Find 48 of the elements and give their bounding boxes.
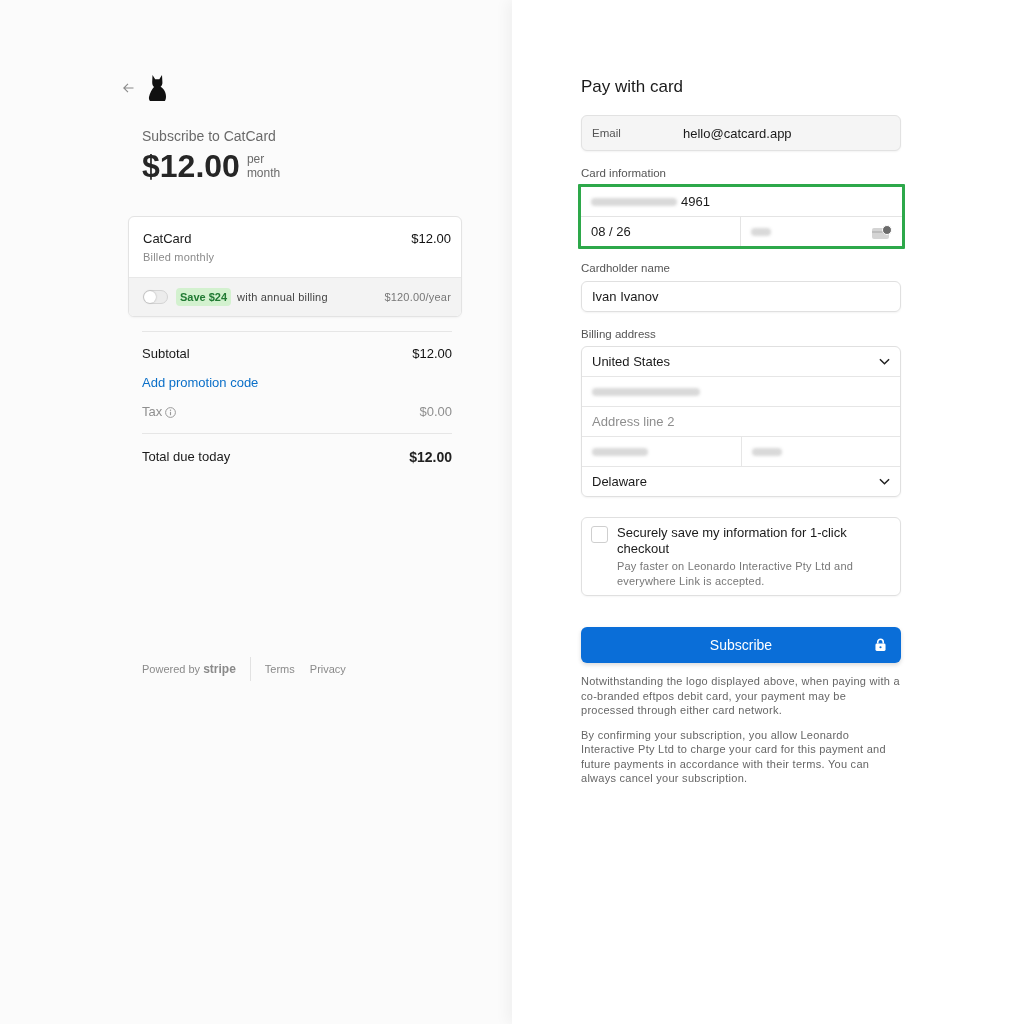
plan-price: $12.00 bbox=[411, 231, 451, 247]
back-arrow-icon[interactable] bbox=[123, 83, 134, 93]
expiry-field[interactable]: 08 / 26 bbox=[581, 217, 740, 246]
dropdown-select[interactable]: United States bbox=[582, 347, 900, 376]
billing-period: per month bbox=[246, 152, 281, 180]
save-info-title: Securely save my information for 1-click checkout bbox=[617, 525, 848, 557]
promotion-code-link[interactable]: Add promotion code bbox=[142, 375, 259, 390]
field-label: Card information bbox=[581, 166, 667, 180]
powered-by-text: Powered by stripe bbox=[142, 662, 236, 676]
form-title: Pay with card bbox=[581, 76, 685, 98]
blurred-text bbox=[751, 227, 771, 236]
card-number-text: 4961 bbox=[681, 194, 710, 209]
savings-badge: Save $24 bbox=[176, 288, 232, 306]
email-label: Email bbox=[592, 127, 622, 139]
total-label: Total due today bbox=[142, 449, 231, 465]
save-info-description: Pay faster on Leonardo Interactive Pty Ltd and everywhere Link is accepted. bbox=[617, 559, 855, 588]
price: $12.00 bbox=[142, 148, 240, 184]
plan-name: CatCard bbox=[143, 231, 193, 247]
subscribe-button[interactable]: Subscribe bbox=[581, 627, 901, 663]
cardholder-name-field[interactable]: Ivan Ivanov bbox=[581, 281, 901, 312]
legal-notice: Notwithstanding the logo displayed above, when paying with a co-branded eftpos debit card, your payment may be processed through either card network. bbox=[581, 674, 901, 718]
blurred-text bbox=[592, 447, 648, 456]
tax-value: $0.00 bbox=[419, 404, 452, 420]
chevron-down-icon bbox=[879, 358, 890, 365]
total-value: $12.00 bbox=[409, 449, 452, 465]
annual-billing-toggle[interactable] bbox=[143, 290, 168, 304]
plan-billing: Billed monthly bbox=[143, 250, 215, 264]
product-title: Subscribe to CatCard bbox=[142, 127, 277, 145]
footer-link[interactable]: Terms bbox=[264, 663, 295, 675]
lock-icon bbox=[875, 638, 886, 651]
annual-price: $120.00/year bbox=[384, 291, 451, 303]
tax-label: Tax bbox=[142, 404, 163, 420]
field-label: Billing address bbox=[581, 327, 657, 341]
info-icon[interactable] bbox=[165, 406, 177, 418]
chevron-down-icon bbox=[879, 478, 890, 485]
save-info-checkbox[interactable] bbox=[591, 526, 608, 543]
card-icon bbox=[872, 224, 892, 239]
email-value: hello@catcard.app bbox=[683, 125, 792, 141]
offer-text: with annual billing bbox=[237, 291, 328, 303]
legal-notice: By confirming your subscription, you allow Leonardo Interactive Pty Ltd to charge your card for this payment and future payments in accordance with their terms. You can always cancel your subscription. bbox=[581, 727, 887, 786]
cat-icon bbox=[148, 75, 167, 101]
dropdown-select[interactable]: Delaware bbox=[582, 466, 900, 496]
blurred-text bbox=[752, 447, 782, 456]
subtotal-label: Subtotal bbox=[142, 346, 190, 362]
card-number-field[interactable]: 4961 bbox=[581, 187, 902, 217]
subtotal-value: $12.00 bbox=[412, 346, 452, 362]
email-field[interactable]: Email hello@catcard.app bbox=[581, 115, 901, 151]
field-label: Cardholder name bbox=[581, 261, 671, 275]
